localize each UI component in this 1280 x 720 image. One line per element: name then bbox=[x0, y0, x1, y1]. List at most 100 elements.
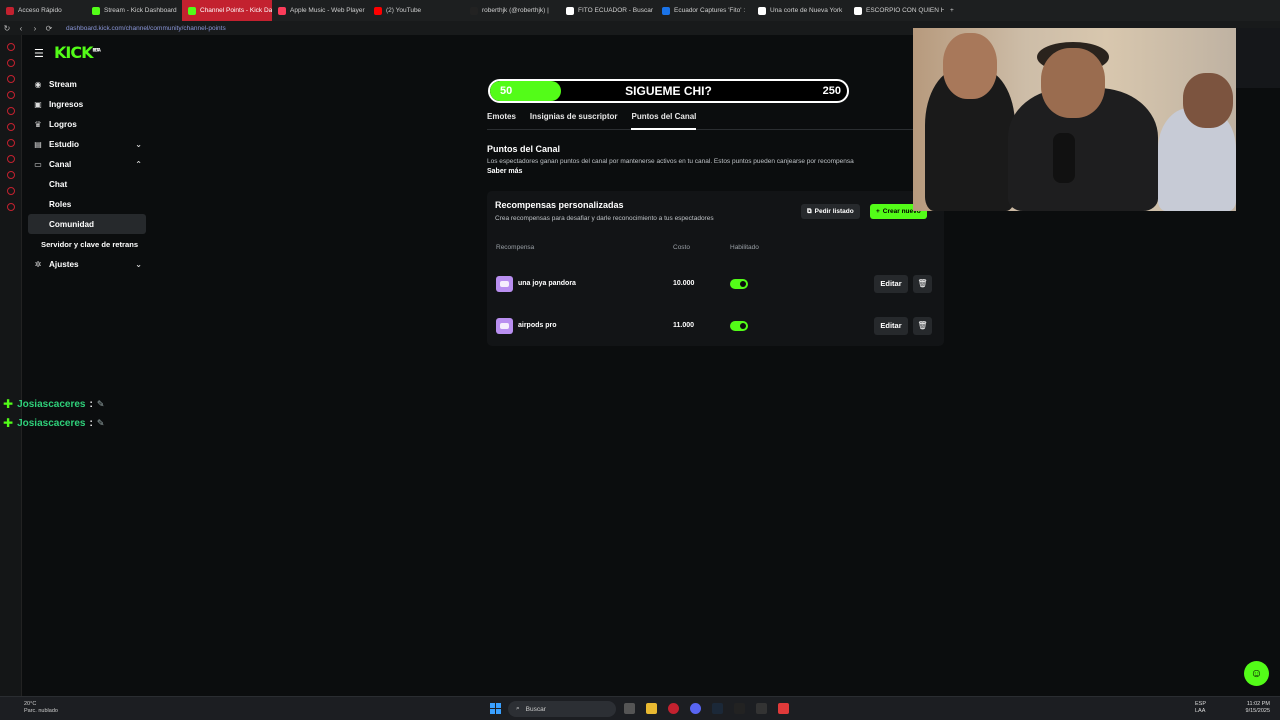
webcam-overlay bbox=[913, 28, 1236, 211]
browser-tab[interactable]: Una corte de Nueva York bbox=[752, 0, 848, 21]
list-button[interactable]: ⧉ Pedir listado bbox=[801, 204, 860, 219]
reward-cost: 11.000 bbox=[673, 322, 695, 329]
sidebar-app-icon[interactable] bbox=[6, 155, 15, 163]
tab-emotes[interactable]: Emotes bbox=[487, 112, 516, 130]
browser-tab-label: Ecuador Captures 'Fito' : bbox=[674, 7, 746, 14]
beta-badge: BETA bbox=[92, 47, 101, 53]
follower-goal-bar: 50 SIGUEME CHI? 250 bbox=[488, 79, 849, 103]
sidebar-item-stream[interactable]: ◉ Stream bbox=[28, 74, 146, 94]
reward-icon bbox=[496, 276, 513, 292]
chevron-down-icon: ⌄ bbox=[135, 259, 142, 269]
sidebar-item-ingresos[interactable]: ▣ Ingresos bbox=[28, 94, 146, 114]
sidebar-item-roles[interactable]: Roles bbox=[28, 194, 146, 214]
section-title: Puntos del Canal bbox=[487, 144, 561, 154]
tab-favicon-icon bbox=[6, 6, 14, 15]
sidebar-app-icon[interactable] bbox=[6, 75, 15, 83]
table-row: una joya pandora 10.000 Editar 🗑 bbox=[496, 273, 936, 295]
rewards-card: Recompensas personalizadas Crea recompen… bbox=[487, 191, 944, 346]
windows-start-icon[interactable] bbox=[490, 703, 501, 714]
browser-tab[interactable]: FITO ECUADOR - Buscar bbox=[560, 0, 656, 21]
sidebar-app-icon[interactable] bbox=[6, 203, 15, 211]
browser-tab-label: roberthjk (@roberthjk) | bbox=[482, 7, 549, 14]
sidebar-app-icon[interactable] bbox=[6, 139, 15, 147]
enabled-toggle[interactable] bbox=[730, 321, 748, 331]
browser-tab[interactable]: Ecuador Captures 'Fito' : bbox=[656, 0, 752, 21]
app-icon[interactable] bbox=[756, 703, 767, 714]
chat-username: Josiascaceres bbox=[17, 398, 86, 410]
new-tab-button[interactable]: + bbox=[944, 0, 960, 21]
weather-widget[interactable]: 20°C Parc. nublado bbox=[24, 701, 58, 715]
sidebar-item-label: Logros bbox=[49, 119, 77, 129]
microphone bbox=[1053, 133, 1075, 183]
chat-username: Josiascaceres bbox=[17, 417, 86, 429]
sidebar-item-estudio[interactable]: ▤ Estudio ⌄ bbox=[28, 134, 146, 154]
menu-icon[interactable]: ☰ bbox=[34, 47, 44, 60]
sidebar-item-canal[interactable]: ▭ Canal ⌃ bbox=[28, 154, 146, 174]
tab-favicon-icon bbox=[470, 6, 478, 15]
kick-logo[interactable]: KICKBETA bbox=[54, 43, 101, 62]
sidebar-item-ajustes[interactable]: ✲ Ajustes ⌄ bbox=[28, 254, 146, 274]
sidebar-item-logros[interactable]: ♛ Logros bbox=[28, 114, 146, 134]
browser-tab[interactable]: Stream - Kick Dashboard bbox=[86, 0, 182, 21]
table-row: airpods pro 11.000 Editar 🗑 bbox=[496, 315, 936, 337]
stream-icon: ◉ bbox=[34, 79, 42, 89]
sidebar-item-chat[interactable]: Chat bbox=[28, 174, 146, 194]
steam-icon[interactable] bbox=[712, 703, 723, 714]
sidebar-app-icon[interactable] bbox=[6, 59, 15, 67]
support-chat-icon[interactable]: ☺ bbox=[1244, 661, 1269, 686]
learn-more-link[interactable]: Saber más bbox=[487, 168, 522, 175]
tiktok-icon[interactable] bbox=[778, 703, 789, 714]
browser-tab-bar: Acceso Rápido Stream - Kick Dashboard Chan… bbox=[0, 0, 1280, 21]
sidebar-app-icon[interactable] bbox=[6, 171, 15, 179]
browser-tab[interactable]: ESCORPIO CON QUIEN H bbox=[848, 0, 944, 21]
sidebar-app-icon[interactable] bbox=[6, 91, 15, 99]
browser-tab-label: (2) YouTube bbox=[386, 7, 422, 14]
browser-tab[interactable]: Channel Points - Kick Da bbox=[182, 0, 272, 21]
reload-icon[interactable]: ⟳ bbox=[42, 24, 56, 33]
tab-favicon-icon bbox=[662, 6, 670, 15]
sidebar-item-label: Ajustes bbox=[49, 259, 79, 269]
chat-overlay-line: ✚ Josiascaceres : ✎ bbox=[3, 397, 104, 411]
url-field[interactable]: dashboard.kick.com/channel/community/cha… bbox=[66, 25, 226, 32]
list-button-label: Pedir listado bbox=[814, 208, 854, 215]
browser-tab[interactable]: Acceso Rápido bbox=[0, 0, 86, 21]
sidebar-app-icon[interactable] bbox=[6, 107, 15, 115]
sidebar-item-comunidad[interactable]: Comunidad bbox=[28, 214, 146, 234]
task-view-icon[interactable] bbox=[624, 703, 635, 714]
weather-temp: 20°C bbox=[24, 701, 37, 707]
discord-icon[interactable] bbox=[690, 703, 701, 714]
browser-tab[interactable]: roberthjk (@roberthjk) | bbox=[464, 0, 560, 21]
sidebar-app-icon[interactable] bbox=[6, 187, 15, 195]
gear-icon: ✲ bbox=[34, 259, 42, 269]
edit-button[interactable]: Editar bbox=[874, 317, 908, 335]
trash-icon[interactable]: 🗑 bbox=[913, 275, 932, 293]
forward-icon[interactable]: › bbox=[28, 24, 42, 33]
sidebar-app-icon[interactable] bbox=[6, 43, 15, 51]
language-indicator[interactable]: ESP LAA bbox=[1195, 701, 1206, 715]
browser-tab-label: Channel Points - Kick Da bbox=[200, 7, 272, 14]
tab-puntos-del-canal[interactable]: Puntos del Canal bbox=[631, 112, 697, 130]
taskbar-search[interactable]: ⌕ Buscar bbox=[508, 701, 616, 717]
refresh-icon[interactable]: ↻ bbox=[0, 24, 14, 33]
chat-separator: : bbox=[89, 398, 93, 410]
back-icon[interactable]: ‹ bbox=[14, 24, 28, 33]
enabled-toggle[interactable] bbox=[730, 279, 748, 289]
file-explorer-icon[interactable] bbox=[646, 703, 657, 714]
browser-tab-label: Stream - Kick Dashboard bbox=[104, 7, 177, 14]
card-description: Crea recompensas para desafiar y darle r… bbox=[495, 215, 714, 222]
capcut-icon[interactable] bbox=[734, 703, 745, 714]
system-clock[interactable]: 11:02 PM 9/15/2025 bbox=[1246, 701, 1270, 715]
opera-icon[interactable] bbox=[668, 703, 679, 714]
edit-button[interactable]: Editar bbox=[874, 275, 908, 293]
plus-icon: ✚ bbox=[3, 416, 14, 430]
external-link-icon: ⧉ bbox=[807, 207, 812, 215]
trash-icon[interactable]: 🗑 bbox=[913, 317, 932, 335]
browser-tab[interactable]: (2) YouTube bbox=[368, 0, 464, 21]
browser-tab[interactable]: Apple Music - Web Player bbox=[272, 0, 368, 21]
tab-favicon-icon bbox=[278, 6, 286, 15]
sidebar-app-icon[interactable] bbox=[6, 123, 15, 131]
tab-insignias[interactable]: Insignias de suscriptor bbox=[530, 112, 618, 130]
sidebar-item-servidor[interactable]: Servidor y clave de retrans bbox=[28, 234, 146, 254]
reward-cost: 10.000 bbox=[673, 280, 695, 287]
windows-taskbar: 20°C Parc. nublado ⌕ Buscar ESP LAA 11:02… bbox=[0, 696, 1280, 720]
